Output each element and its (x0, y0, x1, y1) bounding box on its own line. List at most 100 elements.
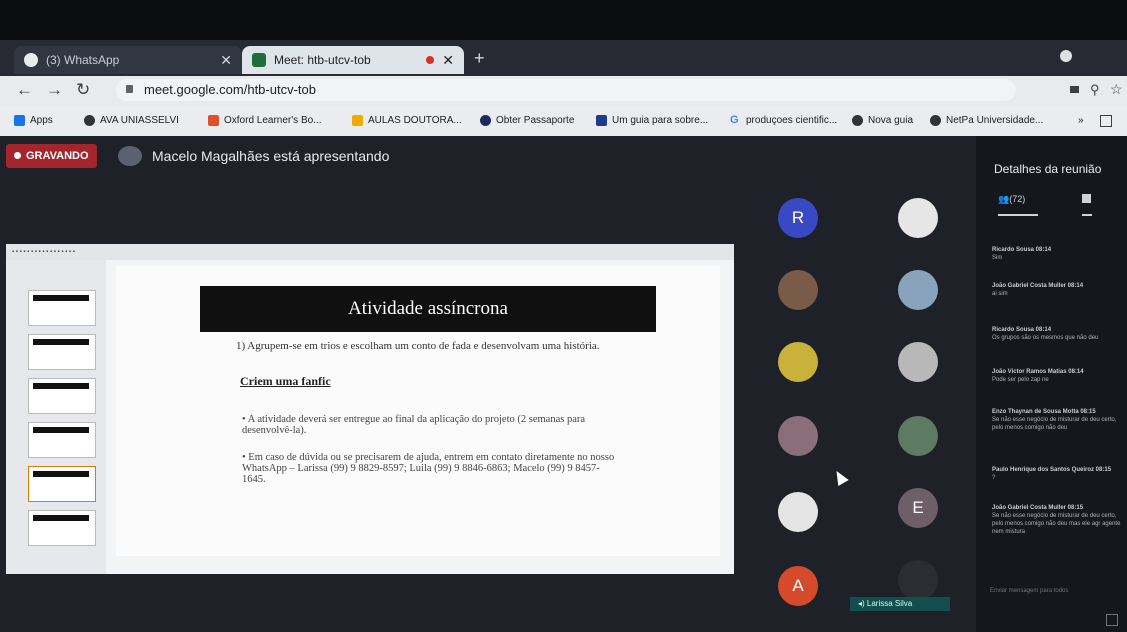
slide-subtitle: Criem uma fanfic (240, 374, 331, 388)
tab-meet[interactable]: Meet: htb-utcv-tob ✕ (242, 46, 464, 74)
bookmark-netpa[interactable]: NetPa Universidade... (930, 115, 1043, 126)
bookmark-label: Apps (30, 115, 53, 126)
slide-thumbnails (6, 260, 106, 574)
slide-item-1: 1) Agrupem-se em trios e escolham um con… (236, 340, 600, 352)
bookmark-aulas[interactable]: AULAS DOUTORA... (352, 115, 462, 126)
book-icon (596, 115, 607, 126)
participant-tile[interactable]: E (898, 488, 938, 528)
bookmark-label: produçoes cientific... (746, 115, 838, 126)
tab-people[interactable]: 👥(72) (998, 194, 1025, 205)
bookmark-label: Obter Passaporte (496, 115, 575, 126)
participant-tile[interactable] (778, 342, 818, 382)
slide-thumbnail[interactable] (28, 510, 96, 546)
tab-underline (998, 214, 1038, 216)
recording-badge: GRAVANDO (6, 144, 97, 168)
url-text: meet.google.com/htb-utcv-tob (144, 82, 316, 97)
speaker-name-bar: ◂) Larissa Silva (850, 597, 950, 611)
bookmark-nova-guia[interactable]: Nova guia (852, 115, 913, 126)
participant-tile[interactable] (778, 270, 818, 310)
oxford-icon (208, 115, 219, 126)
presenter-avatar (118, 146, 142, 166)
slide-bullet-2: • Em caso de dúvida ou se precisarem de … (242, 452, 615, 485)
bookmark-label: AULAS DOUTORA... (368, 115, 462, 126)
slide-title: Atividade assíncrona (200, 286, 656, 332)
participant-tile[interactable] (898, 560, 938, 600)
bookmark-label: Nova guia (868, 115, 914, 126)
participant-tile[interactable]: A (778, 566, 818, 606)
chat-message: Ricardo Sousa 08:14 Sim (992, 247, 1052, 261)
slide-bullet-1: • A atividade deverá ser entregue ao fin… (242, 414, 586, 436)
search-icon[interactable]: ⚲ (1090, 82, 1100, 98)
reading-list-icon[interactable] (1100, 115, 1112, 127)
participant-tile[interactable] (778, 492, 818, 532)
presentation-toolbar: ▪ ▪ ▪ ▪ ▪ ▪ ▪ ▪ ▪ ▪ ▪ ▪ ▪ ▪ ▪ ▪ ▪ (6, 244, 734, 260)
globe-icon (84, 115, 95, 126)
slide-thumbnail[interactable] (28, 422, 96, 458)
apps-grid-icon (14, 115, 25, 126)
browser-tab-strip: (3) WhatsApp ✕ Meet: htb-utcv-tob ✕ + (0, 40, 1127, 76)
whatsapp-icon (24, 53, 38, 67)
bookmark-producoes[interactable]: G produçoes cientific... (730, 114, 838, 127)
passport-icon (480, 115, 491, 126)
close-tab-icon[interactable]: ✕ (220, 52, 232, 69)
camera-icon[interactable] (1070, 86, 1079, 93)
meet-icon (252, 53, 266, 67)
participant-tile[interactable] (898, 342, 938, 382)
bookmark-apps[interactable]: Apps (14, 115, 53, 126)
meeting-details-panel: Detalhes da reunião 👥(72) Ricardo Sousa … (976, 136, 1127, 632)
recording-label: GRAVANDO (26, 150, 89, 162)
chat-icon (1082, 194, 1091, 203)
participant-tile[interactable]: R (778, 198, 818, 238)
url-field[interactable]: meet.google.com/htb-utcv-tob (116, 79, 1016, 101)
bookmark-label: Um guia para sobre... (612, 115, 709, 126)
chat-message: João Victor Ramos Matias 08:14 Pode ser p… (992, 369, 1084, 383)
slide-thumbnail[interactable] (28, 378, 96, 414)
folder-icon (352, 115, 363, 126)
new-tab-button[interactable]: + (474, 48, 485, 69)
tab-label: Meet: htb-utcv-tob (274, 53, 371, 67)
tab-chat[interactable] (1082, 194, 1091, 205)
bookmark-oxford[interactable]: Oxford Learner's Bo... (208, 115, 322, 126)
participant-tile[interactable] (898, 270, 938, 310)
close-tab-icon[interactable]: ✕ (442, 52, 454, 69)
slide-thumbnail-active[interactable] (28, 466, 96, 502)
participant-tile[interactable] (778, 416, 818, 456)
participant-tile[interactable] (898, 416, 938, 456)
recording-dot-icon (14, 152, 21, 159)
tab-whatsapp[interactable]: (3) WhatsApp ✕ (14, 46, 242, 74)
chat-message: Ricardo Sousa 08:14 Os grupos são os mesm… (992, 327, 1099, 341)
people-count: (72) (1009, 194, 1026, 204)
reload-icon[interactable]: ↻ (76, 80, 90, 100)
mouse-cursor (831, 467, 849, 487)
people-icon: 👥 (998, 194, 1010, 204)
chat-message: Paulo Henrique dos Santos Queiroz 08:15? (992, 467, 1112, 481)
recording-dot-icon (426, 56, 434, 64)
google-icon: G (730, 114, 739, 126)
bookmark-guia[interactable]: Um guia para sobre... (596, 115, 708, 126)
bookmark-label: AVA UNIASSELVI (100, 115, 179, 126)
slide-thumbnail[interactable] (28, 290, 96, 326)
participant-tile[interactable] (898, 198, 938, 238)
back-arrow-icon[interactable]: ← (16, 80, 33, 100)
speaker-name: Larissa Silva (866, 599, 913, 608)
bookmark-passaporte[interactable]: Obter Passaporte (480, 115, 574, 126)
more-bookmarks-icon[interactable]: » (1078, 115, 1084, 126)
chat-input[interactable]: Enviar mensagem para todos (990, 588, 1068, 594)
bookmark-label: Oxford Learner's Bo... (224, 115, 322, 126)
profile-icon[interactable] (1060, 50, 1072, 62)
star-icon[interactable]: ☆ (1110, 81, 1123, 98)
shared-screen: ▪ ▪ ▪ ▪ ▪ ▪ ▪ ▪ ▪ ▪ ▪ ▪ ▪ ▪ ▪ ▪ ▪ Ativid… (6, 244, 734, 574)
slide-thumbnail[interactable] (28, 334, 96, 370)
bookmark-ava[interactable]: AVA UNIASSELVI (84, 115, 179, 126)
meet-area: GRAVANDO Macelo Magalhães está apresenta… (0, 136, 1127, 632)
bookmarks-bar: Apps AVA UNIASSELVI Oxford Learner's Bo.… (0, 106, 1127, 136)
chat-message: João Gabriel Costa Muller 08:14 ai sim (992, 283, 1084, 297)
presenter-text: Macelo Magalhães está apresentando (152, 148, 390, 164)
globe-icon (930, 115, 941, 126)
globe-icon (852, 115, 863, 126)
tab-label: (3) WhatsApp (46, 53, 120, 67)
forward-arrow-icon[interactable]: → (46, 80, 63, 100)
send-icon[interactable] (1106, 614, 1118, 626)
chat-message: João Gabriel Costa Muller 08:15 Se não es… (992, 505, 1121, 535)
address-bar-row: ← → ↻ meet.google.com/htb-utcv-tob ⚲ ☆ (0, 76, 1127, 106)
